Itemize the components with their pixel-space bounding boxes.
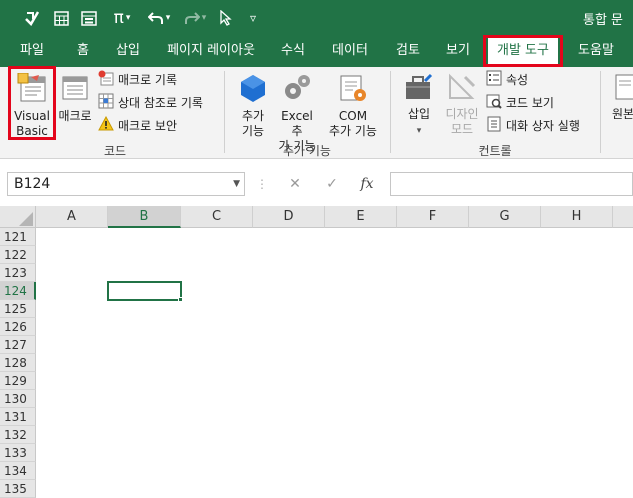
view-code-button[interactable]: 코드 보기 [486,92,554,112]
tab-data[interactable]: 데이터 [322,41,378,63]
table-icon[interactable] [50,6,72,30]
addins-group-label: 추가 기능 [283,144,331,158]
column-header-a[interactable]: A [36,206,108,228]
controls-group-label: 컨트롤 [478,144,512,158]
row-header[interactable]: 134 [0,462,36,480]
enter-icon: ✓ [326,176,338,192]
tab-file[interactable]: 파일 [8,41,56,63]
undo-icon[interactable]: ▾ [144,6,174,30]
tab-help[interactable]: 도움말 [568,41,624,63]
properties-button[interactable]: 속성 [486,69,528,89]
pi-icon[interactable]: π ▾ [106,6,138,30]
save-icon[interactable] [20,6,44,30]
customize-qat-button[interactable]: ▿ [244,6,262,30]
tab-page-layout[interactable]: 페이지 레이아웃 [156,41,266,63]
row-header[interactable]: 125 [0,300,36,318]
column-header-f[interactable]: F [397,206,469,228]
form-icon[interactable] [78,6,100,30]
row-header[interactable]: 126 [0,318,36,336]
column-header-h[interactable]: H [541,206,613,228]
ribbon: Visual Basic 매크로 매크로 기록 상대 참조로 기록 매크로 보안… [0,66,633,159]
insert-function-button[interactable]: fx [354,172,380,196]
run-dialog-button[interactable]: 대화 상자 실행 [486,115,580,135]
source-icon [614,73,633,105]
view-code-icon [486,93,502,112]
title-bar: π ▾ ▾ ▾ ▿ 통합 문 [0,0,633,35]
gear-icon [274,73,320,107]
macros-button[interactable]: 매크로 [56,70,94,140]
tab-formulas[interactable]: 수식 [272,41,314,63]
column-header-e[interactable]: E [325,206,397,228]
insert-control-button[interactable]: 삽입 ▾ [400,70,438,140]
addins-button[interactable]: 추가 기능 [234,70,272,140]
group-divider [390,71,391,153]
formula-bar-grip: ⋮ [256,177,268,191]
visual-basic-highlight [8,66,56,140]
row-header[interactable]: 133 [0,444,36,462]
record-macro-icon [98,70,114,89]
column-header-partial[interactable] [613,206,633,228]
row-header[interactable]: 121 [0,228,36,246]
relative-reference-icon [98,93,114,112]
row-header[interactable]: 129 [0,372,36,390]
tab-review[interactable]: 검토 [386,41,430,63]
warning-icon [98,115,114,134]
macros-icon [56,73,94,107]
row-header[interactable]: 122 [0,246,36,264]
run-dialog-icon [486,116,502,135]
addins-icon [234,73,272,107]
row-header[interactable]: 131 [0,408,36,426]
developer-tab-highlight [483,35,563,67]
design-mode-button: 디자인 모드 [442,70,482,140]
group-divider [600,71,601,153]
formula-input[interactable] [390,172,633,196]
row-header[interactable]: 127 [0,336,36,354]
name-box-dropdown-icon[interactable]: ▼ [233,173,240,195]
tab-home[interactable]: 홈 [66,41,100,63]
column-header-b[interactable]: B [108,206,181,228]
cancel-icon: ✕ [289,176,301,192]
select-all-button[interactable] [0,206,36,228]
row-header[interactable]: 132 [0,426,36,444]
ribbon-tabs: 파일 홈 삽입 페이지 레이아웃 수식 데이터 검토 보기 개발 도구 도움말 [0,35,633,67]
row-header[interactable]: 135 [0,480,36,498]
selected-cell[interactable] [107,281,182,301]
row-header[interactable]: 130 [0,390,36,408]
com-addins-button[interactable]: COM 추가 기능 [324,70,382,140]
redo-icon: ▾ [180,6,210,30]
group-divider [224,71,225,153]
row-header[interactable]: 128 [0,354,36,372]
com-addins-icon [324,73,382,107]
tab-view[interactable]: 보기 [438,41,478,63]
window-title: 통합 문 [582,13,623,28]
column-header-g[interactable]: G [469,206,541,228]
properties-icon [486,70,502,89]
source-button[interactable]: 원본 [608,70,633,140]
row-header[interactable]: 123 [0,264,36,282]
record-macro-button[interactable]: 매크로 기록 [98,69,177,89]
pointer-icon[interactable] [216,6,236,30]
code-group-label: 코드 [103,144,127,158]
worksheet-grid[interactable]: A B C D E F G H 121 122 123 124 125 126 … [0,206,633,498]
fill-handle[interactable] [178,297,183,302]
toolbox-icon [400,73,438,105]
column-header-d[interactable]: D [253,206,325,228]
macro-security-button[interactable]: 매크로 보안 [98,115,177,135]
row-header-selected[interactable]: 124 [0,282,36,300]
formula-bar: B124 ▼ ⋮ ✕ ✓ fx [0,160,633,206]
design-mode-icon [442,73,482,105]
relative-reference-button[interactable]: 상대 참조로 기록 [98,92,203,112]
excel-addins-button[interactable]: Excel 추 가 기능 [274,70,320,153]
macros-label: 매크로 [58,109,92,123]
column-header-c[interactable]: C [181,206,253,228]
name-box[interactable]: B124 ▼ [7,172,245,196]
tab-insert[interactable]: 삽입 [106,41,150,63]
